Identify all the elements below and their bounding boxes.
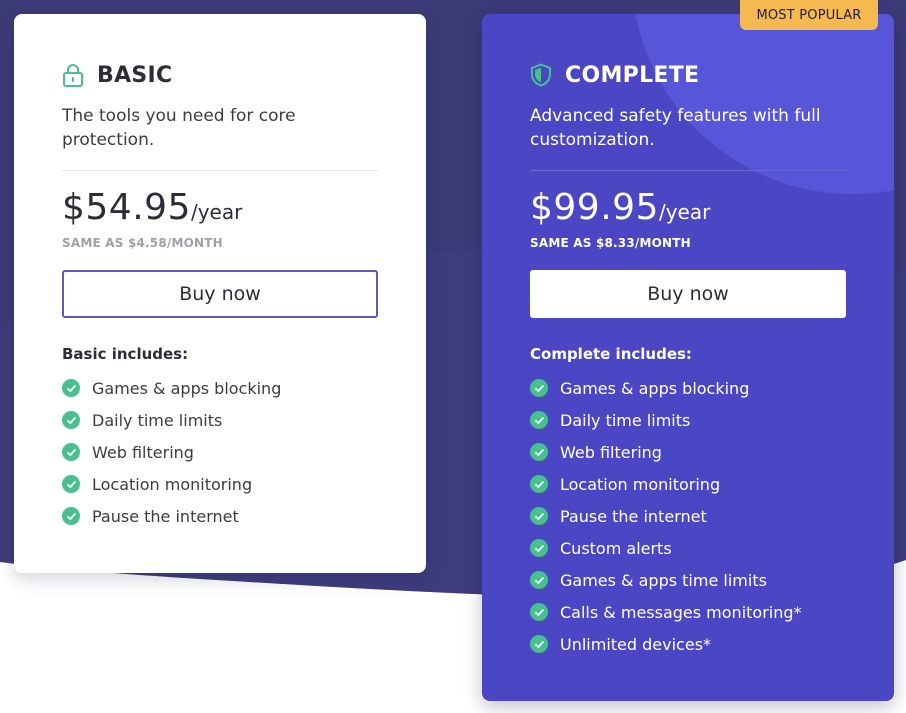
check-icon [62, 379, 80, 397]
complete-price-period: /year [658, 200, 711, 224]
feature-item: Web filtering [62, 436, 378, 468]
check-icon [530, 539, 548, 557]
feature-label: Pause the internet [92, 506, 239, 526]
basic-feature-list: Games & apps blocking Daily time limits … [62, 372, 378, 532]
feature-item: Games & apps time limits [530, 564, 846, 596]
basic-plan-card: BASIC The tools you need for core protec… [14, 14, 426, 573]
feature-label: Pause the internet [560, 506, 707, 526]
check-icon [62, 507, 80, 525]
basic-price-period: /year [190, 200, 243, 224]
complete-card-content: COMPLETE Advanced safety features with f… [530, 60, 846, 660]
basic-divider [62, 170, 378, 171]
complete-plan-card: COMPLETE Advanced safety features with f… [482, 14, 894, 701]
lock-icon [63, 64, 83, 87]
feature-label: Calls & messages monitoring* [560, 602, 802, 622]
check-icon [530, 571, 548, 589]
check-icon [62, 411, 80, 429]
feature-label: Location monitoring [92, 474, 253, 494]
check-icon [530, 475, 548, 493]
complete-includes-heading: Complete includes: [530, 345, 692, 363]
feature-label: Daily time limits [92, 410, 223, 430]
check-icon [530, 379, 548, 397]
feature-item: Unlimited devices* [530, 628, 846, 660]
basic-includes-heading: Basic includes: [62, 345, 189, 363]
basic-buy-now-button[interactable]: Buy now [62, 270, 378, 318]
feature-item: Daily time limits [530, 404, 846, 436]
complete-feature-list: Games & apps blocking Daily time limits … [530, 372, 846, 660]
check-icon [530, 603, 548, 621]
basic-card-content: BASIC The tools you need for core protec… [62, 60, 378, 532]
basic-title-row: BASIC [62, 60, 378, 90]
complete-title-row: COMPLETE [530, 60, 846, 90]
complete-price: $99.95 [530, 187, 659, 228]
feature-item: Games & apps blocking [62, 372, 378, 404]
feature-label: Games & apps time limits [560, 570, 767, 590]
feature-item: Daily time limits [62, 404, 378, 436]
check-icon [530, 507, 548, 525]
complete-buy-now-button[interactable]: Buy now [530, 270, 846, 318]
complete-divider [530, 170, 846, 171]
most-popular-badge: MOST POPULAR [740, 0, 878, 30]
feature-label: Unlimited devices* [560, 634, 712, 654]
feature-item: Web filtering [530, 436, 846, 468]
complete-description: Advanced safety features with full custo… [530, 106, 821, 150]
feature-item: Custom alerts [530, 532, 846, 564]
check-icon [62, 475, 80, 493]
check-icon [530, 411, 548, 429]
feature-label: Games & apps blocking [92, 378, 282, 398]
feature-label: Games & apps blocking [560, 378, 750, 398]
feature-label: Web filtering [92, 442, 194, 462]
feature-item: Location monitoring [530, 468, 846, 500]
complete-price-row: $99.95 /year [530, 187, 846, 228]
check-icon [530, 635, 548, 653]
basic-price-row: $54.95 /year [62, 187, 378, 228]
basic-description: The tools you need for core protection. [62, 106, 296, 150]
check-icon [62, 443, 80, 461]
feature-label: Custom alerts [560, 538, 672, 558]
basic-price: $54.95 [62, 187, 191, 228]
feature-item: Location monitoring [62, 468, 378, 500]
feature-item: Pause the internet [530, 500, 846, 532]
feature-label: Web filtering [560, 442, 662, 462]
shield-icon [531, 63, 551, 87]
feature-item: Calls & messages monitoring* [530, 596, 846, 628]
basic-plan-name: BASIC [97, 62, 173, 88]
basic-monthly-equivalent: SAME AS $4.58/MONTH [62, 236, 223, 250]
feature-item: Games & apps blocking [530, 372, 846, 404]
feature-item: Pause the internet [62, 500, 378, 532]
feature-label: Location monitoring [560, 474, 721, 494]
complete-monthly-equivalent: SAME AS $8.33/MONTH [530, 236, 691, 250]
check-icon [530, 443, 548, 461]
feature-label: Daily time limits [560, 410, 691, 430]
complete-plan-name: COMPLETE [565, 62, 700, 88]
